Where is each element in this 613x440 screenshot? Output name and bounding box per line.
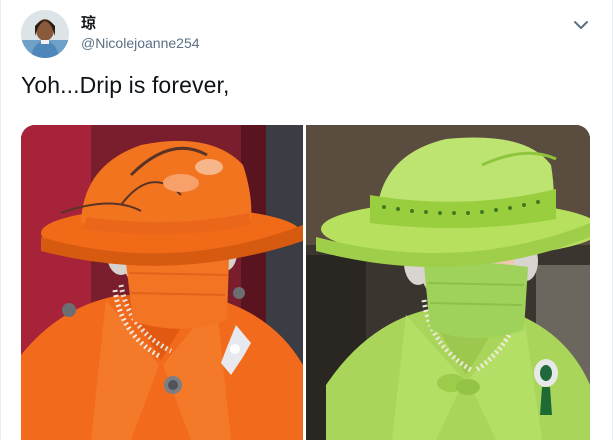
- green-outfit-photo[interactable]: [306, 125, 590, 440]
- tweet-card: 琼 @Nicolejoanne254 Yoh...Drip is forever…: [0, 0, 613, 440]
- avatar[interactable]: [21, 10, 69, 58]
- orange-outfit-photo[interactable]: [21, 125, 303, 440]
- tweet-text: Yoh...Drip is forever,: [21, 72, 230, 98]
- tweet-media[interactable]: [21, 125, 590, 440]
- author-block: 琼 @Nicolejoanne254: [81, 14, 200, 52]
- user-handle[interactable]: @Nicolejoanne254: [81, 34, 200, 52]
- tweet-header: 琼 @Nicolejoanne254: [21, 10, 592, 60]
- avatar-photo: [21, 10, 69, 58]
- chevron-down-icon[interactable]: [570, 14, 592, 36]
- display-name[interactable]: 琼: [81, 14, 200, 34]
